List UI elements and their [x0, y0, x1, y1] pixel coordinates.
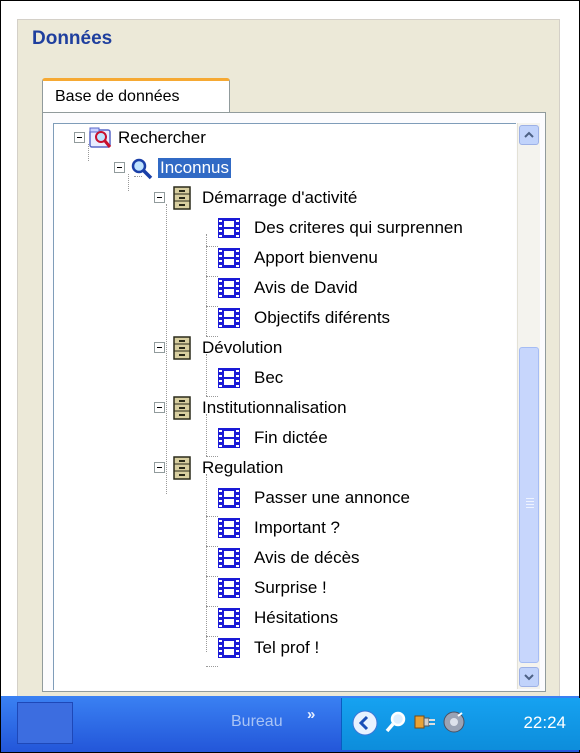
taskbar-window-button[interactable] [17, 702, 73, 744]
film-icon [218, 518, 240, 538]
node-label: Bec [254, 368, 284, 387]
network-plug-icon[interactable] [412, 708, 438, 736]
filing-cabinet-icon [173, 396, 191, 420]
collapse-toggle[interactable] [154, 462, 165, 473]
scroll-thumb[interactable] [519, 347, 539, 663]
grip-line [526, 507, 534, 508]
node-label: Objectifs diférents [254, 308, 391, 327]
film-icon [218, 488, 240, 508]
node-label: Hésitations [254, 608, 339, 627]
system-clock[interactable]: 22:24 [523, 713, 566, 733]
tree-node-inconnus[interactable]: Inconnus [114, 154, 374, 182]
magnifier-folder-icon [89, 127, 112, 148]
film-icon [218, 428, 240, 448]
filing-cabinet-icon [173, 186, 191, 210]
node-label: Démarrage d'activité [202, 188, 358, 207]
collapse-toggle[interactable] [154, 402, 165, 413]
tree-connector [206, 234, 207, 336]
grip-line [526, 498, 534, 499]
grip-line [526, 504, 534, 505]
taskbar: Bureau » 22:24 [1, 696, 580, 752]
filing-cabinet-icon [173, 336, 191, 360]
tab-base-de-donnees[interactable]: Base de données [42, 78, 230, 114]
chevron-down-icon [524, 674, 534, 681]
volume-icon[interactable] [442, 710, 466, 734]
node-label: Apport bienvenu [254, 248, 378, 267]
tree-connector [206, 666, 218, 667]
film-icon [218, 608, 240, 628]
toolbar-overflow-chevron[interactable]: » [307, 706, 315, 723]
node-label: Avis de David [254, 278, 358, 297]
film-icon [218, 278, 240, 298]
scroll-up-button[interactable] [519, 125, 539, 145]
vertical-scrollbar[interactable] [517, 123, 540, 689]
screen-frame: Données Base de données Rechercher Incon… [0, 0, 580, 753]
collapse-toggle[interactable] [114, 162, 125, 173]
tree-view[interactable]: Rechercher Inconnus Démarrage d'activité… [53, 123, 516, 690]
tree-node-group[interactable]: Regulation [154, 454, 494, 482]
node-label: Tel prof ! [254, 638, 320, 657]
node-label: Institutionnalisation [202, 398, 347, 417]
node-label: Rechercher [118, 128, 206, 147]
tree-node-group[interactable]: Dévolution [154, 334, 494, 362]
node-label: Dévolution [202, 338, 283, 357]
search-tray-icon[interactable] [384, 710, 408, 734]
film-icon [218, 368, 240, 388]
filing-cabinet-icon [173, 456, 191, 480]
tree-node-item[interactable]: Passer une annonce [216, 484, 516, 512]
tree-node-item[interactable]: Fin dictée [216, 424, 516, 452]
node-label: Important ? [254, 518, 340, 537]
film-icon [218, 638, 240, 658]
notification-area: 22:24 [341, 698, 580, 750]
tree-node-rechercher[interactable]: Rechercher [74, 124, 334, 152]
tree-node-item[interactable]: Objectifs diférents [216, 304, 516, 332]
tree-node-item[interactable]: Hésitations [216, 604, 516, 632]
scroll-down-button[interactable] [519, 667, 539, 687]
bureau-toolbar-label[interactable]: Bureau [231, 713, 283, 731]
tree-node-item[interactable]: Apport bienvenu [216, 244, 516, 272]
tree-node-group[interactable]: Démarrage d'activité [154, 184, 494, 212]
film-icon [218, 248, 240, 268]
magnifier-icon [131, 158, 153, 180]
tree-node-item[interactable]: Avis de décès [216, 544, 516, 572]
film-icon [218, 308, 240, 328]
donnees-window: Données Base de données Rechercher Incon… [17, 19, 560, 698]
tree-node-item[interactable]: Avis de David [216, 274, 516, 302]
tree-connector [206, 474, 207, 652]
node-label: Surprise ! [254, 578, 327, 597]
film-icon [218, 578, 240, 598]
tray-collapse-icon[interactable] [352, 710, 378, 736]
node-label: Inconnus [157, 157, 232, 179]
tree-node-item[interactable]: Surprise ! [216, 574, 516, 602]
chevron-up-icon [524, 131, 534, 138]
node-label: Regulation [202, 458, 284, 477]
film-icon [218, 548, 240, 568]
tree-node-item[interactable]: Tel prof ! [216, 634, 516, 662]
node-label: Avis de décès [254, 548, 360, 567]
node-label: Des criteres qui surprennen [254, 218, 463, 237]
collapse-toggle[interactable] [154, 192, 165, 203]
tree-node-group[interactable]: Institutionnalisation [154, 394, 494, 422]
tree-node-item[interactable]: Des criteres qui surprennen [216, 214, 516, 242]
tab-panel: Rechercher Inconnus Démarrage d'activité… [42, 112, 546, 692]
node-label: Fin dictée [254, 428, 328, 447]
collapse-toggle[interactable] [154, 342, 165, 353]
film-icon [218, 218, 240, 238]
tree-node-item[interactable]: Important ? [216, 514, 516, 542]
grip-line [526, 501, 534, 502]
tab-label: Base de données [55, 88, 180, 105]
collapse-toggle[interactable] [74, 132, 85, 143]
window-title: Données [32, 28, 113, 49]
node-label: Passer une annonce [254, 488, 410, 507]
tree-node-item[interactable]: Bec [216, 364, 516, 392]
